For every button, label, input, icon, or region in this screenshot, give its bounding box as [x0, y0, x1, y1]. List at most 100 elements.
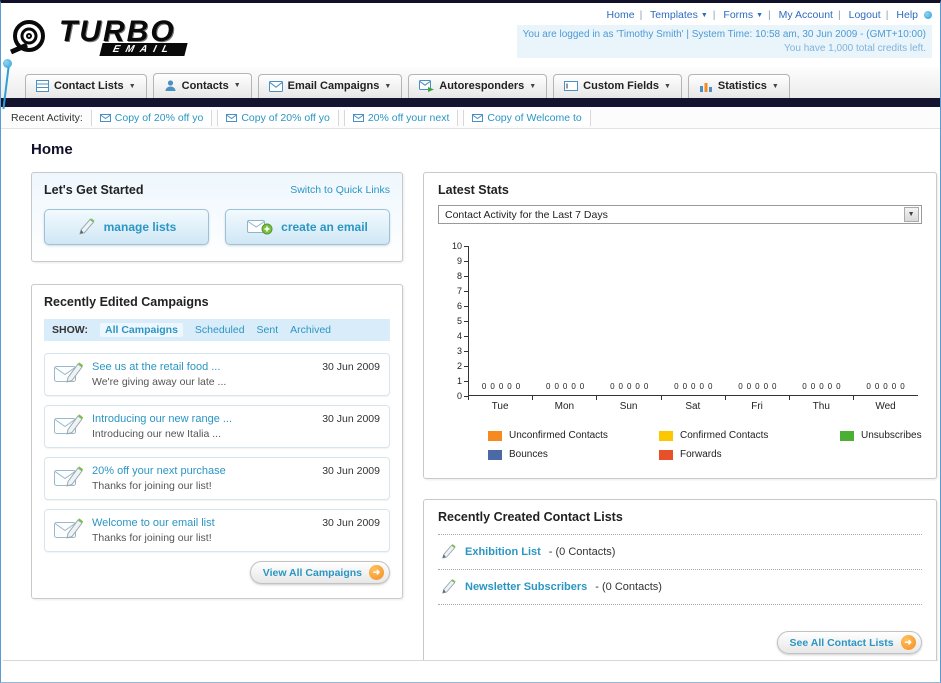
chart-x-label: Sat — [660, 396, 725, 412]
recent-contact-lists-panel: Recently Created Contact Lists Exhibitio… — [423, 499, 937, 660]
arrow-right-icon: ➜ — [369, 565, 384, 580]
legend-item: Unconfirmed Contacts — [488, 430, 653, 441]
envelope-plus-icon — [247, 218, 273, 236]
create-email-button[interactable]: create an email — [225, 209, 390, 245]
view-all-campaigns-button[interactable]: View All Campaigns ➜ — [249, 561, 390, 584]
button-label: See All Contact Lists — [789, 636, 894, 649]
see-all-contact-lists-button[interactable]: See All Contact Lists ➜ — [776, 631, 922, 654]
chart-value-label: 0 — [755, 382, 760, 391]
contact-list-link[interactable]: Exhibition List — [465, 546, 541, 558]
legend-swatch-icon — [488, 430, 502, 441]
campaign-date: 30 Jun 2009 — [322, 465, 380, 477]
chart-x-label: Tue — [468, 396, 532, 412]
chart-value-label: 0 — [738, 382, 743, 391]
chart-y-axis: 10 9 8 7 6 5 4 3 2 1 0 — [448, 241, 468, 401]
chart-value-label: 0 — [810, 382, 816, 391]
chart-value-label: 0 — [746, 382, 752, 391]
campaign-title-link[interactable]: 20% off your next purchase — [92, 465, 314, 477]
recent-campaigns-panel: Recently Edited Campaigns SHOW: All Camp… — [31, 284, 403, 599]
tab-statistics[interactable]: Statistics ▼ — [687, 74, 790, 98]
chart-value-label: 0 — [883, 382, 888, 391]
campaign-title-link[interactable]: Welcome to our email list — [92, 517, 314, 529]
campaign-subtitle: Introducing our new Italia ... — [92, 428, 221, 440]
contact-list-link[interactable]: Newsletter Subscribers — [465, 581, 587, 593]
separator: | — [712, 9, 716, 21]
logo-swirl-icon — [9, 17, 55, 57]
chart-value-label: 0 — [498, 382, 504, 391]
credits-info: You have 1,000 total credits left. — [784, 43, 926, 54]
recent-activity-item[interactable]: 20% off your next — [343, 109, 459, 126]
chart-value-label: 0 — [900, 382, 905, 391]
decor-dot-icon — [924, 11, 932, 20]
chart-value-label: 0 — [707, 382, 713, 391]
top-nav-home[interactable]: Home — [607, 9, 635, 21]
chart-value-group: 00000 — [469, 382, 533, 395]
dropdown-caret-icon: ▼ — [529, 82, 537, 90]
chart-value-label: 0 — [772, 382, 777, 391]
chart-value-label: 0 — [515, 382, 521, 391]
envelope-icon — [99, 113, 111, 122]
chart-value-group: 00000 — [853, 382, 917, 395]
chart-x-axis: Tue Mon Sun Sat Fri Thu Wed — [468, 396, 918, 412]
filter-scheduled[interactable]: Scheduled — [195, 324, 245, 336]
envelope-icon — [352, 113, 364, 122]
top-nav-logout[interactable]: Logout — [849, 9, 881, 21]
top-nav-forms[interactable]: Forms — [723, 9, 753, 21]
top-nav-my-account[interactable]: My Account — [779, 9, 833, 21]
statistics-icon — [699, 80, 713, 92]
filter-archived[interactable]: Archived — [290, 324, 331, 336]
main-content: Home Let's Get Started Switch to Quick L… — [1, 129, 940, 660]
campaign-title-link[interactable]: See us at the retail food ... — [92, 361, 314, 373]
stats-period-select[interactable]: Contact Activity for the Last 7 Days ▼ — [438, 205, 922, 224]
campaign-row[interactable]: 20% off your next purchase Thanks for jo… — [44, 457, 390, 500]
legend-swatch-icon — [840, 430, 854, 441]
switch-quick-links-link[interactable]: Switch to Quick Links — [290, 184, 390, 196]
app-logo[interactable]: TURBO EMAIL — [9, 7, 188, 67]
tab-contact-lists[interactable]: Contact Lists ▼ — [25, 74, 147, 98]
session-info-box: You are logged in as 'Timothy Smith' | S… — [516, 25, 932, 58]
chart-value-label: 0 — [691, 382, 696, 391]
campaign-row[interactable]: Introducing our new range ... Introducin… — [44, 405, 390, 448]
chart-value-label: 0 — [763, 382, 769, 391]
recent-activity-item[interactable]: Copy of Welcome to — [463, 109, 591, 126]
legend-item: Confirmed Contacts — [659, 430, 834, 441]
campaign-filter-bar: SHOW: All Campaigns Scheduled Sent Archi… — [44, 319, 390, 341]
campaign-title-link[interactable]: Introducing our new range ... — [92, 413, 314, 425]
filter-all-campaigns[interactable]: All Campaigns — [99, 323, 183, 337]
contact-list-row[interactable]: Newsletter Subscribers - (0 Contacts) — [438, 570, 922, 605]
tab-contacts[interactable]: Contacts ▼ — [152, 73, 252, 98]
chart-value-label: 0 — [699, 382, 704, 391]
campaign-row[interactable]: See us at the retail food ... We're givi… — [44, 353, 390, 396]
tab-email-campaigns[interactable]: Email Campaigns ▼ — [257, 74, 403, 98]
top-nav-templates[interactable]: Templates — [650, 9, 698, 21]
legend-swatch-icon — [488, 449, 502, 460]
filter-sent[interactable]: Sent — [257, 324, 279, 336]
tab-custom-fields[interactable]: Custom Fields ▼ — [553, 74, 682, 98]
chart-value-label: 0 — [562, 382, 568, 391]
tab-label: Contacts — [181, 79, 229, 92]
chart-value-label: 0 — [674, 382, 679, 391]
envelope-pencil-icon — [54, 465, 84, 487]
tab-label: Email Campaigns — [287, 80, 380, 92]
chart-value-label: 0 — [490, 382, 495, 391]
top-nav-help[interactable]: Help — [896, 9, 918, 21]
recent-activity-item[interactable]: Copy of 20% off yo — [217, 109, 339, 126]
recent-activity-item[interactable]: Copy of 20% off yo — [90, 109, 213, 126]
contact-list-row[interactable]: Exhibition List - (0 Contacts) — [438, 535, 922, 570]
tab-autoresponders[interactable]: Autoresponders ▼ — [408, 74, 548, 98]
chart-value-group: 00000 — [533, 382, 597, 395]
nav-divider-bar — [1, 98, 940, 107]
separator: | — [639, 9, 643, 21]
campaign-date: 30 Jun 2009 — [322, 361, 380, 373]
pencil-icon — [77, 218, 96, 236]
stats-title: Latest Stats — [438, 183, 509, 197]
chart-value-label: 0 — [481, 382, 487, 391]
chart-value-label: 0 — [891, 382, 897, 391]
autoresponders-icon — [419, 80, 435, 92]
dropdown-caret-icon: ▼ — [700, 12, 708, 19]
header-right: Home | Templates ▼ | Forms ▼ | My Account | … — [516, 7, 932, 67]
campaign-row[interactable]: Welcome to our email list Thanks for joi… — [44, 509, 390, 552]
chart-value-label: 0 — [507, 382, 512, 391]
manage-lists-button[interactable]: manage lists — [44, 209, 209, 245]
dropdown-caret-icon: ▼ — [771, 82, 779, 90]
